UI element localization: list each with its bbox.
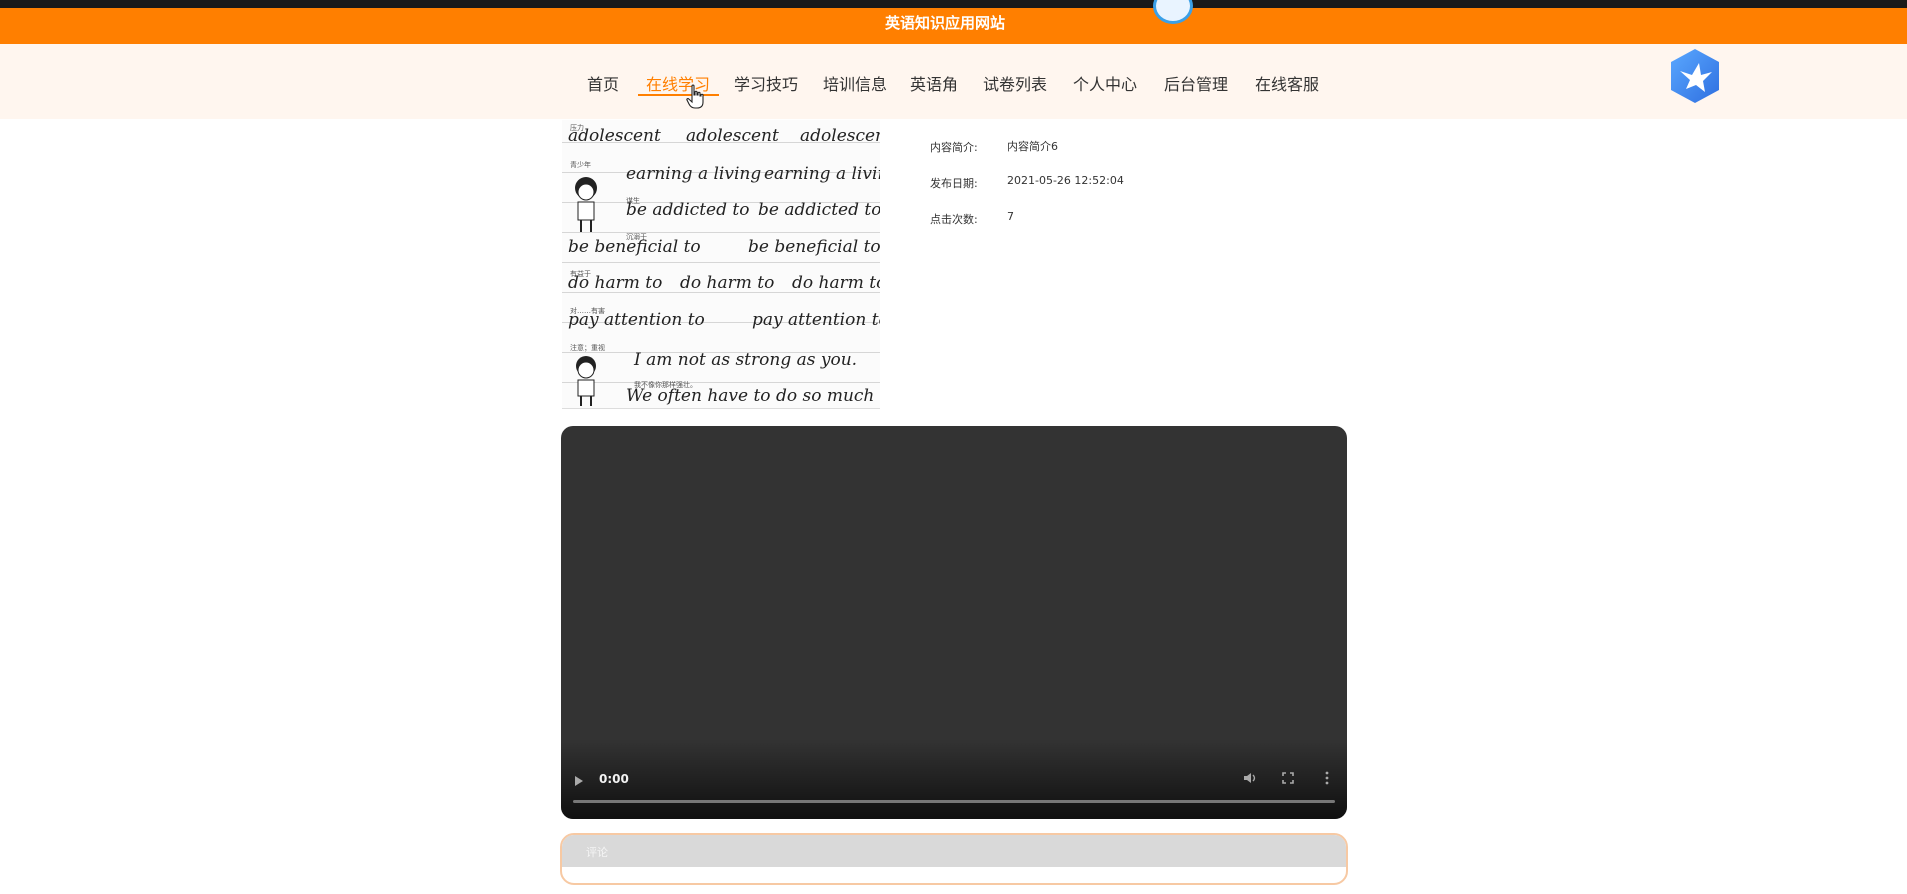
nav-active-underline <box>638 94 719 96</box>
site-title: 英语知识应用网站 <box>884 14 1005 32</box>
date-value: 2021-05-26 12:52:04 <box>1007 174 1124 187</box>
comment-header <box>562 835 1346 867</box>
nav-admin[interactable]: 后台管理 <box>1164 71 1228 95</box>
play-icon[interactable] <box>575 776 583 786</box>
thumb-script: I am not as strong as you. <box>634 350 858 370</box>
nav-study-tips[interactable]: 学习技巧 <box>734 71 798 95</box>
date-label: 发布日期: <box>930 177 978 190</box>
summary-value: 内容简介6 <box>1007 140 1058 153</box>
thumb-script: do harm to <box>568 273 663 293</box>
nav-customer-service[interactable]: 在线客服 <box>1255 71 1319 95</box>
thumb-rule <box>562 382 880 383</box>
title-band: 英语知识应用网站 <box>0 0 1907 44</box>
comment-label: 评论 <box>586 846 608 859</box>
thumb-script: adolescent <box>568 126 661 146</box>
clicks-value: 7 <box>1007 210 1014 223</box>
cartoon-boy-icon <box>576 356 596 406</box>
video-controls-gradient <box>561 739 1347 819</box>
thumb-script: be beneficial to <box>748 237 880 257</box>
nav-personal-center[interactable]: 个人中心 <box>1073 71 1137 95</box>
browser-top-strip <box>0 0 1907 8</box>
video-time: 0:00 <box>599 772 629 786</box>
thumb-script: pay attention to <box>568 310 705 330</box>
thumb-script: do harm to <box>792 273 880 293</box>
fullscreen-icon[interactable] <box>1282 772 1294 784</box>
clicks-label: 点击次数: <box>930 213 978 226</box>
nav-training-info[interactable]: 培训信息 <box>823 71 887 95</box>
nav-home[interactable]: 首页 <box>587 71 619 95</box>
thumb-rule <box>562 232 880 233</box>
nav-english-corner[interactable]: 英语角 <box>910 71 958 95</box>
nav-exam-list[interactable]: 试卷列表 <box>983 71 1047 95</box>
thumb-script: do harm to <box>680 273 775 293</box>
thumb-script: adolescent <box>800 126 880 146</box>
more-options-icon[interactable] <box>1325 771 1329 785</box>
video-player[interactable]: 0:00 <box>561 426 1347 819</box>
hand-pointer-icon <box>686 84 704 109</box>
thumb-script: pay attention to <box>752 310 880 330</box>
thumb-hint: 青少年 <box>570 161 591 169</box>
volume-icon[interactable] <box>1243 772 1257 784</box>
thumb-script: adolescent <box>686 126 779 146</box>
cartoon-girl-icon <box>575 177 597 232</box>
thumb-script: We often have to do so much <box>626 386 875 406</box>
thumb-rule <box>562 262 880 263</box>
thumb-script: earning a living <box>764 164 880 184</box>
thumb-script: be beneficial to <box>568 237 701 257</box>
lesson-thumbnail: 压力 adolescent adolescent adolescent 青少年 … <box>562 120 880 409</box>
main-nav: 首页 在线学习 学习技巧 培训信息 英语角 试卷列表 个人中心 后台管理 在线客… <box>0 44 1907 119</box>
hexagon-bird-logo[interactable] <box>1668 47 1722 105</box>
summary-label: 内容简介: <box>930 141 978 154</box>
comment-box[interactable]: 评论 <box>560 833 1348 885</box>
thumb-script: earning a living <box>626 164 762 184</box>
thumb-script: be addicted to <box>758 200 880 220</box>
thumb-script: be addicted to <box>626 200 750 220</box>
video-progress-bar[interactable] <box>573 800 1335 803</box>
